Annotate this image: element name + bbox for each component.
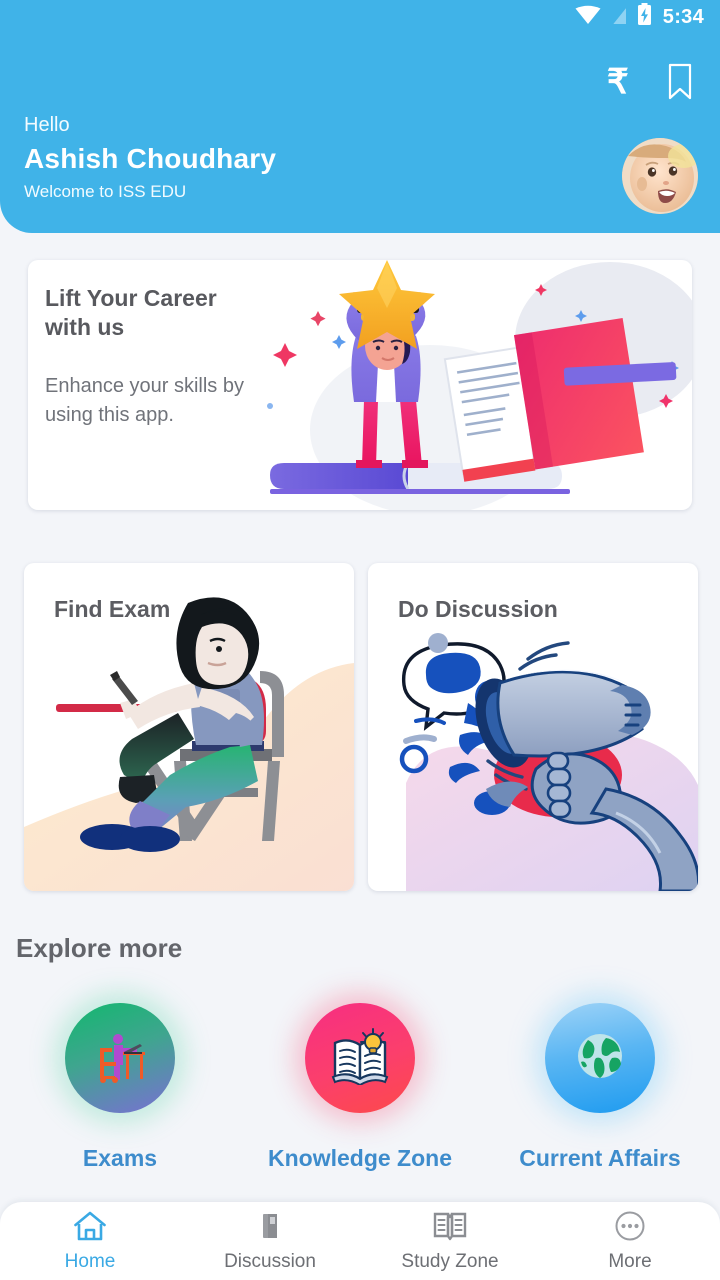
career-banner-text: Lift Your Career with us Enhance your sk…	[45, 284, 255, 430]
current-affairs-badge	[545, 1003, 655, 1113]
home-icon	[73, 1210, 107, 1247]
nav-item-study-zone[interactable]: Study Zone	[360, 1202, 540, 1280]
nav-label: Discussion	[224, 1250, 316, 1272]
user-name: Ashish Choudhary	[24, 143, 277, 174]
explore-item-current-affairs[interactable]: Current Affairs	[480, 1003, 720, 1172]
do-discussion-title: Do Discussion	[398, 596, 558, 622]
globe-icon	[572, 1028, 628, 1089]
do-discussion-card[interactable]: Do Discussion	[368, 563, 698, 891]
sim-signal-icon	[609, 3, 628, 31]
explore-more-row: Exams Knowledge Zone Current Affairs	[0, 1003, 720, 1172]
nav-item-home[interactable]: Home	[0, 1202, 180, 1280]
rupee-icon[interactable]: ₹ ₹	[606, 62, 640, 107]
find-exam-card[interactable]: Find Exam	[24, 563, 354, 891]
status-bar: 5:34	[0, 0, 720, 34]
explore-item-knowledge-zone[interactable]: Knowledge Zone	[240, 1003, 480, 1172]
exams-badge	[65, 1003, 175, 1113]
find-exam-title: Find Exam	[54, 596, 171, 622]
book-stack-icon	[253, 1210, 287, 1247]
more-dots-icon	[613, 1210, 647, 1247]
svg-text:₹: ₹	[607, 64, 629, 101]
bottom-navigation-bar: Home Discussion Study Zone More	[0, 1202, 720, 1280]
explore-more-heading: Explore more	[16, 933, 183, 963]
greeting-hello: Hello	[24, 114, 70, 136]
nav-label: Study Zone	[401, 1250, 499, 1272]
explore-item-exams[interactable]: Exams	[0, 1003, 240, 1172]
desk-laptop-person-icon	[90, 1026, 150, 1091]
explore-item-label: Current Affairs	[519, 1145, 681, 1171]
career-banner-subtitle: Enhance your skills by using this app.	[45, 375, 244, 426]
open-book-lightbulb-icon	[331, 1027, 389, 1090]
explore-item-label: Exams	[82, 1145, 158, 1171]
welcome-text: Welcome to ISS EDU	[24, 182, 187, 201]
nav-label: Home	[64, 1250, 116, 1272]
battery-charging-icon	[637, 3, 652, 31]
header-actions: ₹ ₹	[606, 62, 694, 107]
nav-label: More	[608, 1250, 652, 1272]
explore-item-label: Knowledge Zone	[268, 1145, 452, 1171]
app-header: Hello Ashish Choudhary Welcome to ISS ED…	[0, 0, 720, 233]
career-banner-title: Lift Your Career with us	[45, 285, 217, 340]
avatar[interactable]	[622, 138, 698, 214]
greeting-block: Hello Ashish Choudhary Welcome to ISS ED…	[24, 110, 276, 205]
nav-item-more[interactable]: More	[540, 1202, 720, 1280]
career-banner-card[interactable]: Lift Your Career with us Enhance your sk…	[28, 260, 692, 510]
knowledge-zone-badge	[305, 1003, 415, 1113]
main-content[interactable]: Lift Your Career with us Enhance your sk…	[0, 233, 720, 1280]
wifi-icon	[575, 5, 601, 30]
bookmark-icon[interactable]	[666, 62, 694, 107]
career-banner-illustration	[240, 260, 692, 510]
nav-item-discussion[interactable]: Discussion	[180, 1202, 360, 1280]
status-time: 5:34	[662, 6, 704, 28]
open-book-icon	[432, 1210, 468, 1247]
